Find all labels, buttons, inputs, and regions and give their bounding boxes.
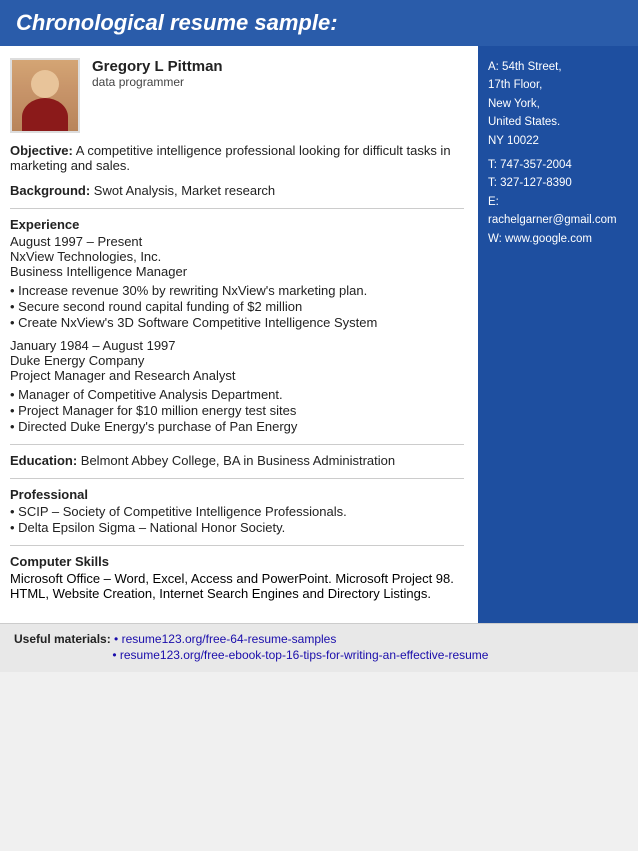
footer-link-2[interactable]: • resume123.org/free-ebook-top-16-tips-f… xyxy=(112,648,488,662)
job-1-dates: August 1997 – Present xyxy=(10,234,464,249)
background-section: Background: Swot Analysis, Market resear… xyxy=(10,183,464,198)
professional-bullet-2: Delta Epsilon Sigma – National Honor Soc… xyxy=(10,520,464,535)
page-title: Chronological resume sample: xyxy=(16,10,338,35)
web-label: W: xyxy=(488,233,502,245)
job-2-bullet-2: Project Manager for $10 million energy t… xyxy=(10,403,464,418)
resume-panel: Gregory L Pittman data programmer Object… xyxy=(0,46,478,623)
page-header: Chronological resume sample: xyxy=(0,0,638,46)
avatar xyxy=(10,58,80,133)
profile-title: data programmer xyxy=(92,75,223,89)
web-value: www.google.com xyxy=(505,233,592,245)
web-line: W: www.google.com xyxy=(488,230,628,248)
divider-3 xyxy=(10,478,464,479)
contact-sidebar: A: 54th Street, 17th Floor, New York, Un… xyxy=(478,46,638,623)
phone1-label: T: xyxy=(488,159,497,171)
job-2-company: Duke Energy Company xyxy=(10,353,464,368)
education-text: Belmont Abbey College, BA in Business Ad… xyxy=(77,453,395,468)
address-line-4: United States. xyxy=(488,113,628,131)
computer-skills-section: Computer Skills Microsoft Office – Word,… xyxy=(10,554,464,601)
footer: Useful materials: • resume123.org/free-6… xyxy=(0,623,638,672)
job-1-bullet-2: Secure second round capital funding of $… xyxy=(10,299,464,314)
address-line-3: New York, xyxy=(488,95,628,113)
email-label: E: xyxy=(488,196,499,208)
job-1-bullet-3: Create NxView's 3D Software Competitive … xyxy=(10,315,464,330)
professional-heading: Professional xyxy=(10,487,464,502)
profile-name: Gregory L Pittman xyxy=(92,58,223,75)
address-line-1: A: 54th Street, xyxy=(488,58,628,76)
job-2-bullet-1: Manager of Competitive Analysis Departme… xyxy=(10,387,464,402)
job-1-role: Business Intelligence Manager xyxy=(10,264,464,279)
divider-1 xyxy=(10,208,464,209)
avatar-image xyxy=(12,60,78,131)
divider-2 xyxy=(10,444,464,445)
job-1-company: NxView Technologies, Inc. xyxy=(10,249,464,264)
background-text: Swot Analysis, Market research xyxy=(90,183,275,198)
email-line: E: rachelgarner@gmail.com xyxy=(488,193,628,230)
footer-label: Useful materials: xyxy=(14,632,111,646)
profile-header: Gregory L Pittman data programmer xyxy=(10,58,464,133)
email-value: rachelgarner@gmail.com xyxy=(488,214,617,226)
page-wrapper: Chronological resume sample: Gregory L P… xyxy=(0,0,638,672)
education-label: Education: xyxy=(10,453,77,468)
job-2-dates: January 1984 – August 1997 xyxy=(10,338,464,353)
professional-section: Professional SCIP – Society of Competiti… xyxy=(10,487,464,535)
computer-skills-text: Microsoft Office – Word, Excel, Access a… xyxy=(10,571,464,601)
objective-text: A competitive intelligence professional … xyxy=(10,143,451,173)
phone1-value: 747-357-2004 xyxy=(500,159,572,171)
professional-bullet-1: SCIP – Society of Competitive Intelligen… xyxy=(10,504,464,519)
job-1-bullet-1: Increase revenue 30% by rewriting NxView… xyxy=(10,283,464,298)
phone2-value: 327-127-8390 xyxy=(500,177,572,189)
experience-heading: Experience xyxy=(10,217,464,232)
address-line-2: 17th Floor, xyxy=(488,76,628,94)
job-1: August 1997 – Present NxView Technologie… xyxy=(10,234,464,330)
job-2-bullet-3: Directed Duke Energy's purchase of Pan E… xyxy=(10,419,464,434)
footer-line-2: • resume123.org/free-ebook-top-16-tips-f… xyxy=(14,648,624,662)
phone2-label: T: xyxy=(488,177,497,189)
background-label: Background: xyxy=(10,183,90,198)
job-2: January 1984 – August 1997 Duke Energy C… xyxy=(10,338,464,434)
education-section: Education: Belmont Abbey College, BA in … xyxy=(10,453,464,468)
footer-link-1[interactable]: • resume123.org/free-64-resume-samples xyxy=(114,632,336,646)
phone1-line: T: 747-357-2004 xyxy=(488,156,628,174)
address-line-5: NY 10022 xyxy=(488,132,628,150)
divider-4 xyxy=(10,545,464,546)
profile-info: Gregory L Pittman data programmer xyxy=(80,58,223,89)
main-content: Gregory L Pittman data programmer Object… xyxy=(0,46,638,623)
experience-section: Experience August 1997 – Present NxView … xyxy=(10,217,464,434)
objective-section: Objective: A competitive intelligence pr… xyxy=(10,143,464,173)
phone2-line: T: 327-127-8390 xyxy=(488,174,628,192)
job-2-role: Project Manager and Research Analyst xyxy=(10,368,464,383)
footer-line-1: Useful materials: • resume123.org/free-6… xyxy=(14,632,624,646)
computer-skills-heading: Computer Skills xyxy=(10,554,464,569)
objective-label: Objective: xyxy=(10,143,73,158)
